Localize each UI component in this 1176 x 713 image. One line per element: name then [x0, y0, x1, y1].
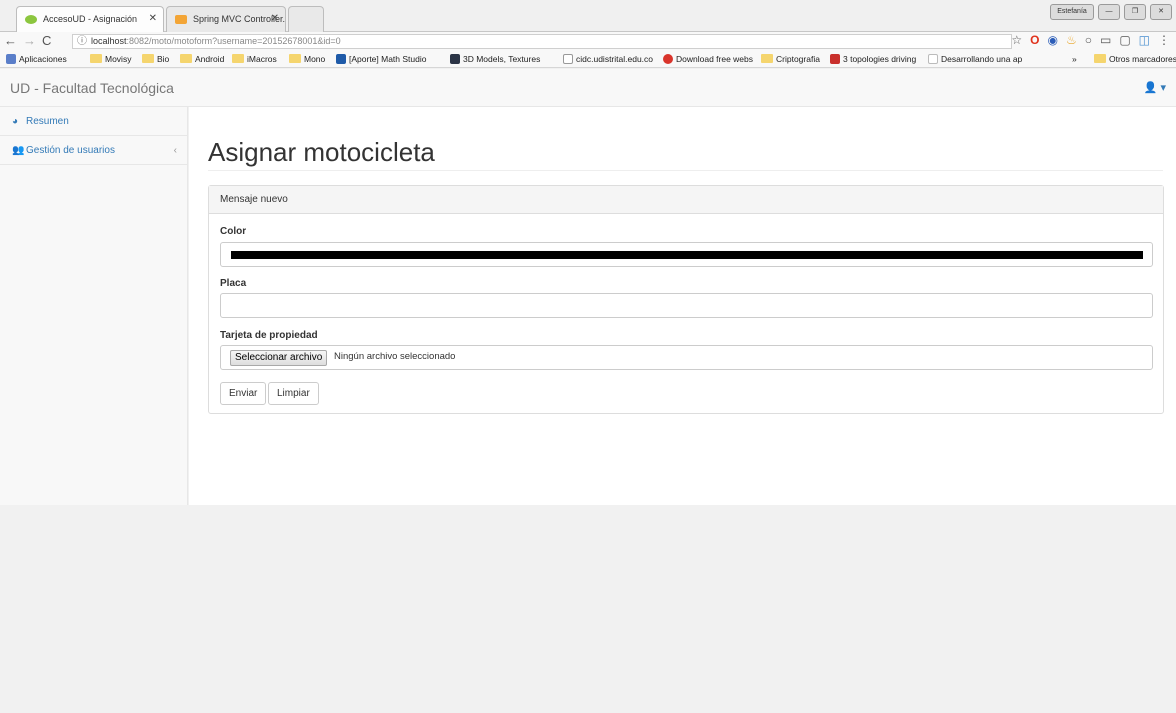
- user-menu-toggle[interactable]: 👤 ▾: [1144, 81, 1166, 94]
- extension-circle-icon[interactable]: ○: [1085, 33, 1092, 47]
- cast-icon[interactable]: ▭: [1100, 33, 1111, 47]
- dashboard-icon: ◕: [12, 116, 19, 127]
- bookmark-otros-marcadores[interactable]: Otros marcadores: [1094, 53, 1176, 65]
- close-tab-icon[interactable]: ✕: [271, 7, 279, 31]
- bookmark-3d-models[interactable]: 3D Models, Textures: [450, 53, 540, 65]
- url-field[interactable]: ⓘ localhost:8082/moto/motoform?username=…: [72, 34, 1012, 49]
- profile-button[interactable]: Estefanía: [1050, 4, 1094, 20]
- select-file-button[interactable]: Seleccionar archivo: [230, 350, 328, 366]
- page-icon: [563, 54, 573, 64]
- extension-blue-icon[interactable]: ◉: [1047, 33, 1057, 47]
- bookmark-criptografia[interactable]: Criptografia: [761, 53, 820, 65]
- panel-heading: Mensaje nuevo: [209, 186, 1163, 214]
- window-controls: Estefanía — ❐ ✕: [1050, 4, 1172, 20]
- extension-cup-icon[interactable]: ♨: [1066, 33, 1077, 47]
- tab-title: AccesoUD - Asignación: [43, 14, 138, 24]
- bookmark-aplicaciones[interactable]: Aplicaciones: [6, 53, 67, 65]
- bookmark-desarrollando[interactable]: Desarrollando una ap: [928, 53, 1022, 65]
- folder-icon: [1094, 54, 1106, 63]
- info-icon[interactable]: ⓘ: [77, 35, 87, 48]
- address-toolbar: ←→C ⓘ localhost:8082/moto/motoform?usern…: [0, 32, 1176, 50]
- placa-label: Placa: [220, 278, 247, 289]
- back-icon[interactable]: ←: [4, 33, 23, 48]
- bookmark-cidc[interactable]: cidc.udistrital.edu.co: [563, 53, 653, 65]
- opera-icon[interactable]: O: [1030, 33, 1039, 47]
- browser-tab-strip: AccesoUD - Asignación ✕ Spring MVC Contr…: [0, 0, 1176, 32]
- forward-icon[interactable]: →: [23, 33, 42, 48]
- color-label: Color: [220, 226, 247, 237]
- form-panel: Mensaje nuevo Color Placa Tarjeta de pro…: [208, 185, 1164, 414]
- limpiar-button[interactable]: Limpiar: [268, 382, 319, 405]
- folder-icon: [289, 54, 301, 63]
- tarjeta-label: Tarjeta de propiedad: [220, 330, 318, 341]
- bookmark-bio[interactable]: Bio: [142, 53, 169, 65]
- bookmark-math-studio[interactable]: [Aporte] Math Studio: [336, 53, 427, 65]
- file-status-text: Ningún archivo seleccionado: [334, 351, 456, 362]
- bookmark-android[interactable]: Android: [180, 53, 224, 65]
- url-path: :8082/moto/motoform?username=20152678001…: [126, 36, 341, 46]
- app-navbar: UD - Facultad Tecnológica 👤 ▾: [0, 69, 1176, 107]
- folder-icon: [142, 54, 154, 63]
- placa-input[interactable]: [220, 293, 1153, 318]
- sidebar-item-label: Gestión de usuarios: [26, 145, 115, 156]
- sidebar-item-label: Resumen: [26, 116, 69, 127]
- enviar-button[interactable]: Enviar: [220, 382, 267, 405]
- tarjeta-file-input[interactable]: Seleccionar archivo Ningún archivo selec…: [220, 345, 1153, 370]
- bookmark-mono[interactable]: Mono: [289, 53, 325, 65]
- reload-icon[interactable]: C: [42, 33, 57, 48]
- chevron-left-icon: ‹: [173, 145, 177, 156]
- bookmark-movisy[interactable]: Movisy: [90, 53, 131, 65]
- navigation-buttons: ←→C: [4, 33, 57, 48]
- sidebar-item-resumen[interactable]: ◕ Resumen: [0, 107, 187, 136]
- minimize-button[interactable]: —: [1098, 4, 1120, 20]
- bookmark-imacros[interactable]: iMacros: [232, 53, 277, 65]
- site-icon: [830, 54, 840, 64]
- taringa-icon: [336, 54, 346, 64]
- sidebar-item-gestion-usuarios[interactable]: 👥 Gestión de usuarios ‹: [0, 136, 187, 165]
- main-content: Asignar motocicleta Mensaje nuevo Color …: [189, 107, 1176, 505]
- color-swatch: [231, 251, 1143, 259]
- bookmark-topologies[interactable]: 3 topologies driving: [830, 53, 916, 65]
- extension-box-icon[interactable]: ◫: [1139, 33, 1150, 47]
- bookmark-download[interactable]: Download free webs: [663, 53, 753, 65]
- tab-accesoud[interactable]: AccesoUD - Asignación ✕: [16, 6, 164, 32]
- sidebar: ◕ Resumen 👥 Gestión de usuarios ‹: [0, 107, 188, 505]
- tab-spring-mvc[interactable]: Spring MVC Controller. H ✕: [166, 6, 286, 32]
- folder-icon: [761, 54, 773, 63]
- maximize-button[interactable]: ❐: [1124, 4, 1146, 20]
- spring-leaf-icon: [25, 15, 37, 24]
- user-icon: 👤: [1143, 82, 1158, 94]
- new-tab-button[interactable]: [288, 6, 324, 32]
- folder-icon: [180, 54, 192, 63]
- site-icon: [928, 54, 938, 64]
- folder-icon: [232, 54, 244, 63]
- url-host: localhost: [91, 36, 127, 46]
- apps-icon: [6, 54, 16, 64]
- extension-square-icon[interactable]: ▢: [1119, 33, 1130, 47]
- page-title: Asignar motocicleta: [208, 137, 435, 167]
- bookmarks-overflow-button[interactable]: »: [1072, 53, 1077, 65]
- site-icon: [663, 54, 673, 64]
- brand-title[interactable]: UD - Facultad Tecnológica: [10, 80, 174, 96]
- bookmarks-bar: Aplicaciones Movisy Bio Android iMacros …: [0, 50, 1176, 68]
- page-header: Asignar motocicleta: [208, 137, 1163, 171]
- close-tab-icon[interactable]: ✕: [149, 7, 157, 31]
- close-window-button[interactable]: ✕: [1150, 4, 1172, 20]
- users-icon: 👥: [12, 145, 25, 156]
- color-input[interactable]: [220, 242, 1153, 267]
- stackoverflow-icon: [175, 15, 187, 24]
- site-icon: [450, 54, 460, 64]
- star-icon[interactable]: ☆: [1011, 33, 1022, 47]
- folder-icon: [90, 54, 102, 63]
- extension-icons: ☆ O ◉ ♨ ○ ▭ ▢ ◫ ⋮: [1011, 33, 1170, 47]
- menu-icon[interactable]: ⋮: [1158, 33, 1170, 47]
